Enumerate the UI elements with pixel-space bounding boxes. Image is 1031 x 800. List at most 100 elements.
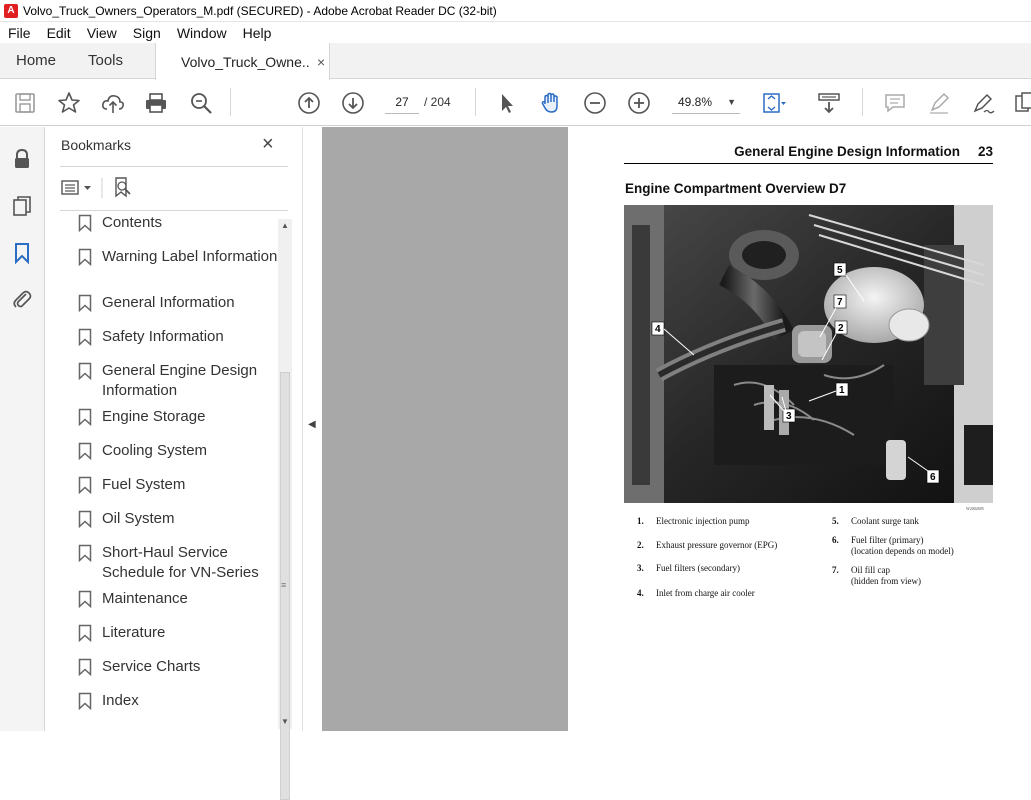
comment-icon[interactable] bbox=[882, 90, 908, 116]
menu-file[interactable]: File bbox=[0, 25, 39, 41]
lock-icon[interactable] bbox=[10, 147, 34, 171]
zoom-out-icon[interactable] bbox=[582, 90, 608, 116]
bookmark-icon bbox=[78, 362, 92, 380]
more-tools-icon[interactable] bbox=[1012, 90, 1031, 116]
bookmark-icon bbox=[78, 248, 92, 266]
photo-code: W2002695 bbox=[966, 506, 984, 511]
bookmark-icon bbox=[78, 692, 92, 710]
copy-icon[interactable] bbox=[10, 194, 34, 218]
upload-icon[interactable] bbox=[100, 90, 126, 116]
bookmark-label: Contents bbox=[102, 214, 163, 231]
acrobat-icon: A bbox=[4, 3, 18, 18]
bookmark-item-literature[interactable]: Literature bbox=[78, 623, 278, 643]
menu-window[interactable]: Window bbox=[169, 25, 235, 41]
bookmark-item-engine-design[interactable]: General Engine Design Information bbox=[78, 361, 278, 401]
bookmark-label: Short-Haul Service Schedule for VN-Serie… bbox=[102, 544, 259, 581]
zoom-level-select[interactable]: 49.8% ▼ bbox=[672, 90, 740, 114]
navigation-rail bbox=[0, 127, 45, 731]
bookmark-item-cooling-system[interactable]: Cooling System bbox=[78, 441, 278, 461]
tab-tools[interactable]: Tools bbox=[88, 43, 123, 79]
bookmark-item-contents[interactable]: Contents bbox=[78, 213, 278, 233]
search-zoom-icon[interactable] bbox=[188, 90, 214, 116]
panel-splitter[interactable]: ◀ bbox=[302, 127, 322, 731]
bookmark-star-icon[interactable] bbox=[56, 90, 82, 116]
scroll-down-arrow-icon[interactable]: ▼ bbox=[281, 717, 289, 726]
legend-item: 3. Fuel filters (secondary) bbox=[637, 563, 740, 573]
menu-sign[interactable]: Sign bbox=[125, 25, 169, 41]
bookmarks-panel: Bookmarks × Contents Warning Label Infor… bbox=[46, 127, 302, 800]
divider bbox=[60, 210, 288, 211]
legend-item: 2. Exhaust pressure governor (EPG) bbox=[637, 540, 778, 550]
collapse-panel-icon[interactable]: ◀ bbox=[308, 419, 316, 430]
hand-tool-icon[interactable] bbox=[538, 90, 564, 116]
bookmark-item-oil-system[interactable]: Oil System bbox=[78, 509, 278, 529]
bookmark-options-icon[interactable] bbox=[61, 180, 91, 195]
bookmark-label: General Engine Design Information bbox=[102, 362, 258, 399]
bookmark-item-general-information[interactable]: General Information bbox=[78, 293, 278, 313]
previous-page-icon[interactable] bbox=[296, 90, 322, 116]
highlight-pen-icon[interactable] bbox=[926, 90, 952, 116]
section-header: General Engine Design Information bbox=[734, 144, 960, 159]
legend-item: 4. Inlet from charge air cooler bbox=[637, 588, 755, 598]
menu-edit[interactable]: Edit bbox=[39, 25, 79, 41]
paperclip-icon[interactable] bbox=[10, 287, 34, 311]
zoom-level-value: 49.8% bbox=[678, 95, 713, 109]
scroll-mode-icon[interactable] bbox=[816, 90, 842, 116]
close-panel-icon[interactable]: × bbox=[262, 133, 274, 156]
print-icon[interactable] bbox=[143, 90, 169, 116]
bookmark-icon bbox=[78, 624, 92, 642]
page-heading: Engine Compartment Overview D7 bbox=[625, 181, 847, 196]
bookmark-item-warning-label[interactable]: Warning Label Information bbox=[78, 247, 278, 267]
bookmark-icon bbox=[78, 544, 92, 562]
bookmark-label: Oil System bbox=[102, 510, 175, 527]
bookmark-item-fuel-system[interactable]: Fuel System bbox=[78, 475, 278, 495]
bookmark-icon bbox=[78, 214, 92, 232]
sign-pen-icon[interactable] bbox=[970, 90, 996, 116]
menu-bar: File Edit View Sign Window Help bbox=[0, 22, 1031, 43]
select-cursor-icon[interactable] bbox=[494, 90, 520, 116]
close-tab-icon[interactable]: × bbox=[317, 54, 325, 70]
save-icon[interactable] bbox=[12, 90, 38, 116]
tab-home[interactable]: Home bbox=[16, 43, 56, 79]
bookmark-label: Service Charts bbox=[102, 658, 201, 675]
scroll-up-arrow-icon[interactable]: ▲ bbox=[281, 221, 289, 230]
fit-page-icon[interactable] bbox=[760, 90, 786, 116]
bookmark-item-maintenance[interactable]: Maintenance bbox=[78, 589, 278, 609]
callout-label: 2 bbox=[838, 323, 844, 334]
tab-document[interactable]: Volvo_Truck_Owne... × bbox=[155, 43, 330, 80]
zoom-in-icon[interactable] bbox=[626, 90, 652, 116]
bookmark-label: Cooling System bbox=[102, 442, 208, 459]
chevron-down-icon: ▼ bbox=[727, 97, 736, 107]
bookmark-icon bbox=[78, 658, 92, 676]
callout-label: 1 bbox=[839, 385, 845, 396]
divider bbox=[60, 166, 288, 167]
bookmark-icon[interactable] bbox=[10, 241, 34, 265]
new-bookmark-icon[interactable] bbox=[115, 177, 131, 198]
tab-document-label: Volvo_Truck_Owne... bbox=[181, 53, 309, 70]
bookmark-icon bbox=[78, 442, 92, 460]
callout-label: 5 bbox=[837, 265, 843, 276]
bookmark-icon bbox=[78, 408, 92, 426]
next-page-icon[interactable] bbox=[340, 90, 366, 116]
bookmark-item-short-haul[interactable]: Short-Haul Service Schedule for VN-Serie… bbox=[78, 543, 278, 583]
bookmark-label: Maintenance bbox=[102, 590, 188, 607]
menu-help[interactable]: Help bbox=[235, 25, 280, 41]
toolbar: 27 / 204 49.8% ▼ bbox=[0, 80, 1031, 126]
page-total: / 204 bbox=[424, 95, 451, 109]
document-viewport[interactable]: General Engine Design Information 23 Engi… bbox=[322, 127, 1031, 731]
tab-bar: Home Tools Volvo_Truck_Owne... × bbox=[0, 43, 1031, 80]
callout-label: 6 bbox=[930, 472, 936, 483]
page-number: 23 bbox=[977, 144, 993, 159]
bookmarks-scrollbar[interactable]: ▲ ≡ ▼ bbox=[278, 219, 292, 800]
bookmark-label: Index bbox=[102, 692, 139, 709]
bookmark-item-safety-information[interactable]: Safety Information bbox=[78, 327, 278, 347]
menu-view[interactable]: View bbox=[79, 25, 125, 41]
bookmark-item-engine-storage[interactable]: Engine Storage bbox=[78, 407, 278, 427]
bookmark-icon bbox=[78, 328, 92, 346]
callout-label: 3 bbox=[786, 411, 792, 422]
bookmarks-toolbar bbox=[60, 175, 150, 201]
bookmark-item-index[interactable]: Index bbox=[78, 691, 278, 711]
bookmark-icon bbox=[78, 510, 92, 528]
page-number-input[interactable]: 27 bbox=[385, 90, 419, 114]
bookmark-item-service-charts[interactable]: Service Charts bbox=[78, 657, 278, 677]
